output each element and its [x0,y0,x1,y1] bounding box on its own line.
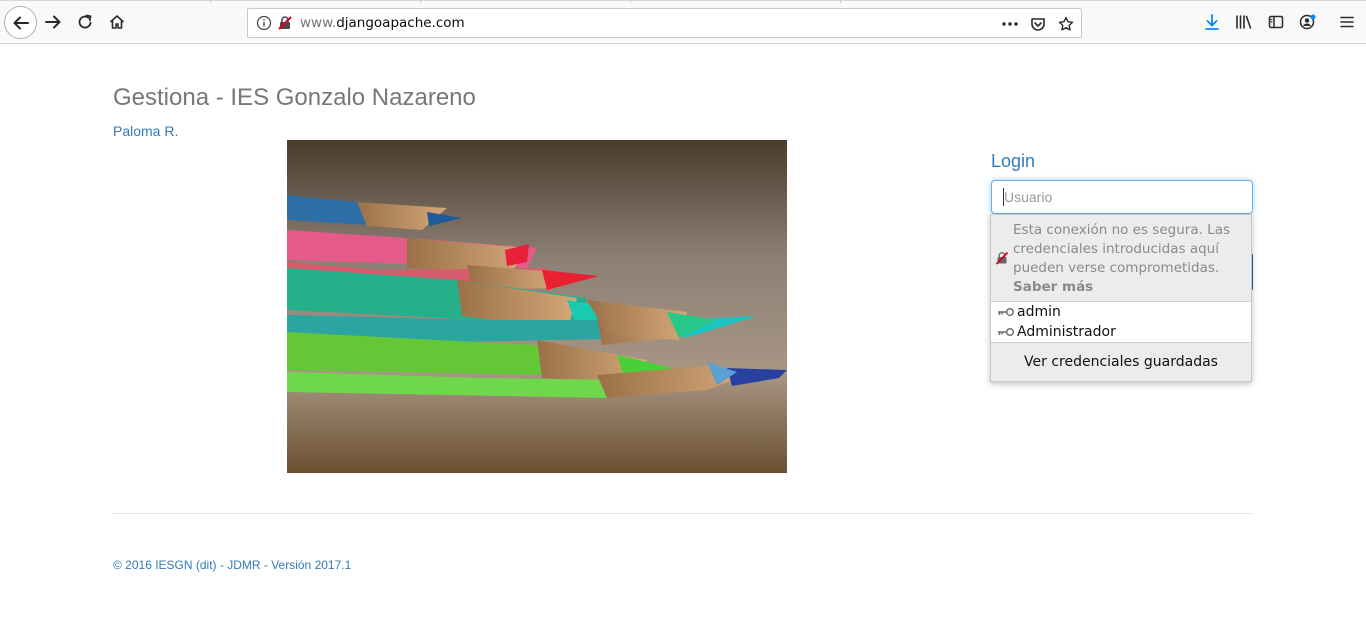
login-title: Login [991,151,1036,171]
saved-login-item[interactable]: Administrador [991,322,1251,342]
account-button[interactable] [1293,7,1323,37]
back-button[interactable] [4,6,37,39]
saved-login-username: admin [1017,304,1061,320]
page-actions-button[interactable] [1000,14,1020,34]
password-autocomplete-popup: Esta conexión no es segura. Las credenci… [990,214,1252,382]
saved-login-username: Administrador [1017,324,1116,340]
key-icon [998,328,1014,336]
tab-separator [630,0,631,3]
download-icon [1205,14,1219,30]
pocket-icon [1031,18,1045,31]
page-title: Gestiona - IES Gonzalo Nazareno [113,84,476,111]
text-caret [1003,188,1004,206]
tabstrip-border [0,0,1366,1]
footer-divider [113,513,1253,514]
copyright-text[interactable]: © 2016 IESGN (dit) - JDMR - Versión 2017… [113,558,351,572]
saved-login-item[interactable]: admin [991,302,1251,322]
url-bar[interactable]: www.djangoapache.com [247,8,1082,38]
account-icon [1299,14,1316,30]
key-icon [998,308,1014,316]
library-button[interactable] [1229,7,1259,37]
colored-pencils-illustration [287,140,787,473]
view-saved-logins-button[interactable]: Ver credenciales guardadas [991,343,1251,381]
browser-toolbar: www.djangoapache.com [0,0,1366,44]
downloads-button[interactable] [1197,7,1227,37]
url-prefix: www. [300,15,337,31]
insecure-lock-icon[interactable] [277,15,293,31]
reload-icon [78,14,92,29]
menu-button[interactable] [1332,7,1362,37]
warning-text: Esta conexión no es segura. Las credenci… [1013,222,1231,276]
username-input[interactable] [991,180,1253,214]
user-link[interactable]: Paloma R. [113,123,178,139]
forward-button[interactable] [38,7,68,37]
tab-separator [210,0,211,3]
library-icon [1236,15,1252,29]
pocket-button[interactable] [1028,14,1048,34]
star-icon [1058,16,1074,31]
info-icon[interactable] [256,15,272,31]
insecure-lock-icon [995,251,1009,265]
bookmark-star-button[interactable] [1056,14,1076,34]
reload-button[interactable] [70,7,100,37]
arrow-left-icon [13,16,29,29]
more-dots-icon [1002,22,1018,26]
learn-more-link[interactable]: Saber más [1013,279,1093,295]
home-button[interactable] [102,7,132,37]
warning-message: Esta conexión no es segura. Las credenci… [1013,221,1245,297]
colored-pencils-image [287,140,787,473]
arrow-right-icon [45,15,61,29]
sidebar-icon [1268,15,1284,29]
insecure-login-warning[interactable]: Esta conexión no es segura. Las credenci… [991,215,1251,301]
tab-separator [420,0,421,3]
url-domain: djangoapache.com [336,15,465,31]
sidebar-button[interactable] [1261,7,1291,37]
home-icon [109,15,125,29]
url-text[interactable]: www.djangoapache.com [300,15,465,31]
tab-separator [840,0,841,3]
hamburger-menu-icon [1340,16,1354,28]
